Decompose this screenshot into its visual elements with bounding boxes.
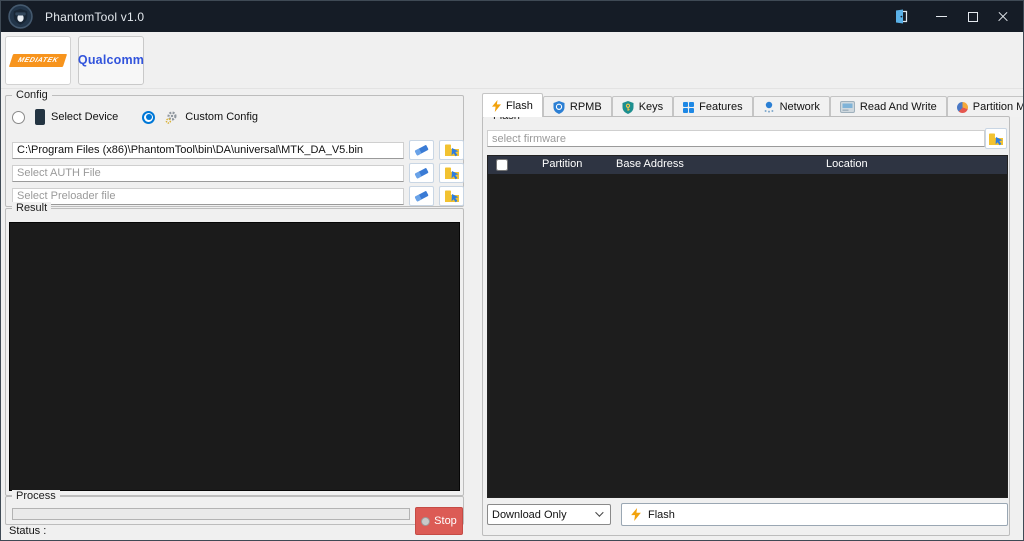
tab-bar: Flash RPMB Keys Features — [482, 93, 1024, 117]
partition-table-header: Partition Base Address Location — [488, 156, 1007, 174]
result-console — [9, 222, 460, 491]
process-groupbox: Process — [5, 496, 464, 525]
stop-label: Stop — [434, 515, 457, 527]
smartphone-icon — [35, 109, 45, 125]
folder-browse-icon — [444, 143, 460, 157]
select-device-label: Select Device — [51, 111, 118, 123]
pie-chart-icon — [957, 102, 968, 113]
mediatek-logo: MEDIATEK — [9, 54, 67, 67]
folder-browse-icon — [444, 166, 460, 180]
da-file-input[interactable] — [12, 142, 404, 159]
eraser-icon — [414, 166, 429, 180]
card-icon — [840, 101, 855, 113]
app-logo-icon — [8, 4, 33, 29]
tab-partition-manager[interactable]: Partition Manager — [947, 96, 1024, 117]
config-radio-row: Select Device Custom Config — [12, 109, 258, 125]
eraser-icon — [414, 189, 429, 203]
maximize-button[interactable] — [958, 4, 988, 30]
result-legend: Result — [12, 202, 51, 215]
mediatek-button[interactable]: MEDIATEK — [5, 36, 71, 85]
preloader-file-input[interactable] — [12, 188, 404, 205]
auth-file-input[interactable] — [12, 165, 404, 182]
close-button[interactable] — [988, 4, 1018, 30]
flash-button[interactable]: Flash — [621, 503, 1008, 526]
preloader-browse-button[interactable] — [439, 186, 464, 206]
stop-button[interactable]: Stop — [415, 507, 463, 535]
tab-keys[interactable]: Keys — [612, 96, 673, 117]
flash-actions-row: Download Only Flash — [487, 503, 1007, 526]
column-base-address: Base Address — [616, 158, 684, 170]
da-browse-button[interactable] — [439, 140, 464, 160]
flash-mode-select[interactable]: Download Only — [487, 504, 611, 525]
custom-config-label: Custom Config — [185, 111, 258, 123]
flash-button-label: Flash — [648, 509, 675, 521]
auth-browse-button[interactable] — [439, 163, 464, 183]
tab-features[interactable]: Features — [673, 96, 752, 117]
eraser-icon — [414, 143, 429, 157]
config-legend: Config — [12, 89, 52, 102]
da-file-row — [12, 140, 464, 160]
firmware-input[interactable] — [487, 130, 985, 147]
folder-browse-icon — [444, 189, 460, 203]
flash-groupbox: Flash Partition Base Address Location Do… — [482, 116, 1010, 536]
qualcomm-logo: Qualcomm — [78, 53, 144, 67]
tab-read-and-write[interactable]: Read And Write — [830, 96, 947, 117]
lightning-icon — [492, 100, 501, 112]
tab-flash[interactable]: Flash — [482, 93, 543, 117]
preloader-file-row — [12, 186, 464, 206]
tab-rpmb[interactable]: RPMB — [543, 96, 612, 117]
brand-bar: MEDIATEK Qualcomm — [1, 32, 1023, 89]
partition-table: Partition Base Address Location — [487, 155, 1008, 498]
network-icon — [763, 101, 775, 113]
status-row: Status : — [9, 525, 46, 537]
auth-clear-button[interactable] — [409, 163, 434, 183]
exit-door-button[interactable] — [886, 4, 916, 30]
custom-config-radio[interactable] — [142, 111, 155, 124]
gears-icon — [165, 110, 180, 124]
column-location: Location — [826, 158, 868, 170]
key-shield-icon — [622, 101, 634, 114]
column-partition: Partition — [542, 158, 582, 170]
qualcomm-button[interactable]: Qualcomm — [78, 36, 144, 85]
folder-browse-icon — [988, 132, 1004, 146]
lightning-icon — [631, 508, 641, 521]
firmware-browse-button[interactable] — [985, 128, 1007, 149]
app-title: PhantomTool v1.0 — [45, 10, 144, 24]
process-legend: Process — [12, 490, 60, 503]
partition-table-body — [488, 174, 1007, 497]
minimize-button[interactable] — [926, 4, 956, 30]
shield-icon — [553, 101, 565, 114]
maximize-icon — [968, 12, 978, 22]
result-groupbox: Result — [5, 208, 464, 496]
auth-file-row — [12, 163, 464, 183]
da-clear-button[interactable] — [409, 140, 434, 160]
preloader-clear-button[interactable] — [409, 186, 434, 206]
stop-icon — [421, 517, 430, 526]
app-window: PhantomTool v1.0 MEDIATEK Qualcomm Confi… — [0, 0, 1024, 541]
door-exit-icon — [894, 9, 908, 24]
status-label: Status : — [9, 525, 46, 537]
select-device-radio[interactable] — [12, 111, 25, 124]
progress-bar — [12, 508, 410, 520]
title-bar: PhantomTool v1.0 — [1, 1, 1023, 32]
select-all-checkbox[interactable] — [496, 159, 508, 171]
config-groupbox: Config Select Device Custom Config — [5, 95, 464, 207]
grid-icon — [683, 102, 694, 113]
tab-network[interactable]: Network — [753, 96, 830, 117]
close-icon — [997, 11, 1009, 23]
minimize-icon — [936, 16, 947, 17]
